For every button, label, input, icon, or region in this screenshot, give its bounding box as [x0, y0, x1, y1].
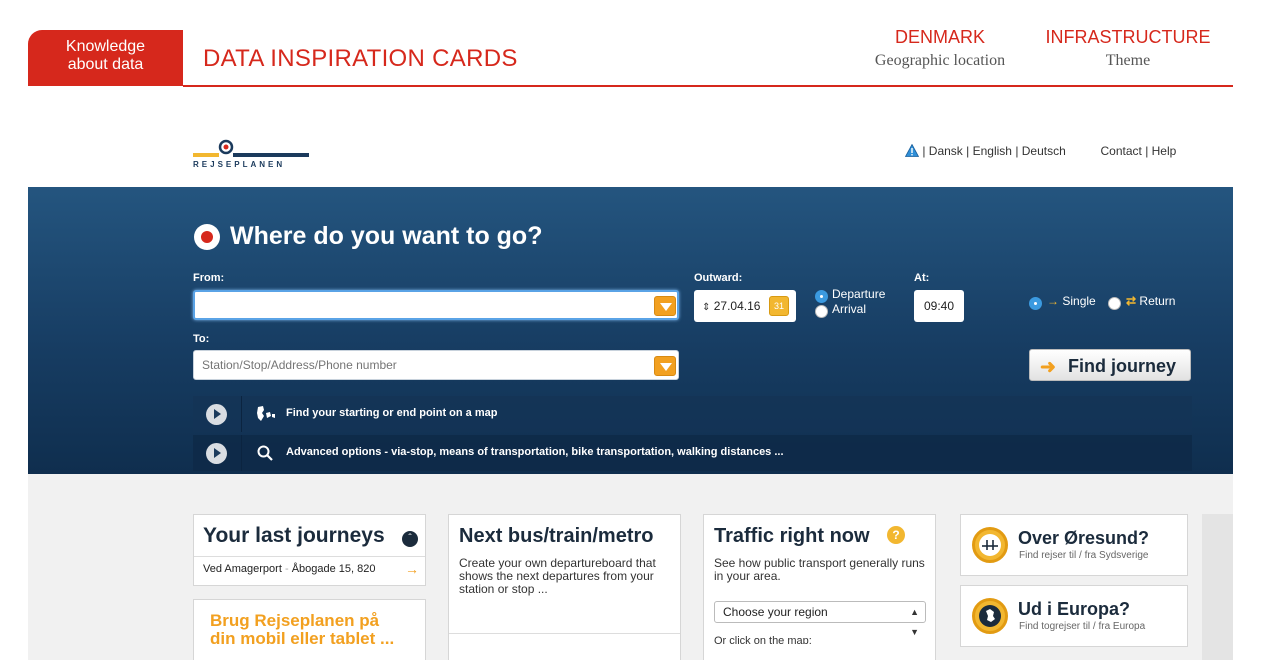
badge-line-1: Knowledge: [65, 38, 146, 55]
target-icon: [194, 224, 220, 250]
bridge-icon: [972, 527, 1008, 563]
journey-separator: -: [284, 563, 289, 575]
advanced-option-row[interactable]: Advanced options - via-stop, means of tr…: [193, 435, 1192, 471]
traffic-map-text-clip: Or click on the map:: [714, 635, 926, 644]
journey-from: Ved Amagerport: [203, 563, 282, 575]
chevron-up-icon[interactable]: ˆ: [402, 531, 418, 547]
return-label: Return: [1139, 294, 1176, 308]
time-value: 09:40: [923, 299, 955, 313]
date-value: 27.04.16: [713, 299, 761, 313]
logo-wordmark: REJSEPLANEN: [193, 160, 286, 169]
option-divider: [241, 396, 242, 432]
map-option-label: Find your starting or end point on a map: [286, 407, 498, 419]
tag-theme-value: INFRASTRUCTURE: [1045, 27, 1211, 47]
last-journey-item[interactable]: Ved Amagerport - Åbogade 15, 820: [203, 563, 376, 575]
lang-english-link[interactable]: English: [973, 144, 1012, 158]
denmark-map-icon: [257, 406, 275, 421]
traffic-map-text: Or click on the map:: [714, 635, 812, 644]
last-journeys-title: Your last journeys: [203, 524, 385, 547]
journey-to: Åbogade 15, 820: [291, 563, 376, 575]
departures-card: Next bus/train/metro Create your own dep…: [448, 514, 681, 660]
tag-theme-caption: Theme: [1105, 52, 1151, 69]
header-divider: [183, 85, 1233, 87]
search-heading: Where do you want to go?: [230, 222, 543, 250]
lang-deutsch-link[interactable]: Deutsch: [1022, 144, 1066, 158]
top-links: | Dansk | English | Deutsch Contact | He…: [905, 144, 1176, 158]
time-field[interactable]: 09:40: [914, 290, 964, 322]
outward-label: Outward:: [694, 272, 743, 284]
europe-card[interactable]: Ud i Europa? Find togrejser til / fra Eu…: [960, 585, 1188, 647]
oresund-title: Over Øresund?: [1018, 528, 1150, 548]
departures-title: Next bus/train/metro: [459, 525, 654, 547]
play-icon[interactable]: [206, 404, 227, 425]
single-radio[interactable]: [1029, 297, 1042, 310]
card-divider: [194, 556, 425, 557]
europe-subtitle: Find togrejser til / fra Europa: [1019, 621, 1146, 632]
date-stepper-icon[interactable]: ⇕: [702, 302, 710, 313]
find-journey-button[interactable]: ➜ Find journey: [1029, 349, 1191, 381]
right-column: [1202, 514, 1233, 660]
mobile-promo-line-2: din mobil eller tablet ...: [210, 630, 395, 647]
to-dropdown-icon[interactable]: [654, 356, 676, 376]
from-field[interactable]: [193, 290, 679, 320]
region-select[interactable]: Choose your region ▲ ▼: [714, 601, 926, 637]
tag-location-value: DENMARK: [894, 27, 985, 47]
badge-line-2: about data: [67, 56, 144, 73]
to-input[interactable]: [194, 351, 634, 379]
europe-title: Ud i Europa?: [1018, 599, 1130, 619]
last-journeys-card: Your last journeys ˆ Ved Amagerport - Åb…: [193, 514, 426, 586]
traffic-text: See how public transport generally runs …: [714, 556, 925, 583]
to-label: To:: [193, 333, 210, 345]
arrival-label: Arrival: [832, 302, 867, 316]
map-option-row[interactable]: Find your starting or end point on a map: [193, 396, 1192, 432]
mobile-promo-line-1: Brug Rejseplanen på: [210, 611, 380, 630]
arrow-right-icon[interactable]: →: [405, 561, 419, 577]
from-input[interactable]: [195, 292, 635, 318]
help-link[interactable]: Help: [1152, 144, 1177, 158]
tag-theme: INFRASTRUCTURE Theme: [1036, 27, 1220, 70]
mobile-promo-card[interactable]: Brug Rejseplanen på din mobil eller tabl…: [193, 599, 426, 660]
rejseplanen-logo[interactable]: [193, 138, 313, 178]
advanced-option-label: Advanced options - via-stop, means of tr…: [286, 446, 784, 458]
tag-location-caption: Geographic location: [874, 52, 1006, 69]
return-option: ⇄ Return: [1126, 294, 1175, 308]
card-divider: [449, 633, 680, 634]
option-divider: [241, 435, 242, 471]
traffic-title: Traffic right now: [714, 525, 870, 547]
arrival-radio[interactable]: [815, 305, 828, 318]
calendar-day: 31: [773, 301, 784, 311]
at-label: At:: [914, 272, 930, 284]
from-dropdown-icon[interactable]: [654, 296, 676, 316]
find-journey-label: Find journey: [1068, 356, 1176, 376]
calendar-icon[interactable]: 31: [769, 296, 789, 316]
help-icon[interactable]: ?: [887, 526, 905, 544]
play-icon[interactable]: [206, 443, 227, 464]
single-label: Single: [1062, 294, 1096, 308]
slide-title: DATA INSPIRATION CARDS: [203, 45, 518, 72]
departure-radio[interactable]: [815, 290, 828, 303]
warning-icon[interactable]: [905, 144, 919, 157]
tag-location: DENMARK Geographic location: [870, 27, 1010, 70]
arrow-right-icon: ➜: [1040, 357, 1056, 378]
single-option: → Single: [1047, 294, 1096, 308]
arrow-right-icon: →: [1047, 294, 1059, 308]
contact-link[interactable]: Contact: [1100, 144, 1141, 158]
departure-label: Departure: [832, 287, 886, 301]
search-icon: [257, 445, 273, 461]
region-select-value: Choose your region: [723, 605, 828, 619]
return-arrows-icon: ⇄: [1126, 294, 1137, 308]
europe-icon: [972, 598, 1008, 634]
oresund-card[interactable]: Over Øresund? Find rejser til / fra Syds…: [960, 514, 1188, 576]
oresund-subtitle: Find rejser til / fra Sydsverige: [1019, 550, 1149, 561]
departures-text: Create your own departureboard that show…: [459, 556, 656, 596]
knowledge-badge: Knowledge about data: [28, 30, 183, 86]
to-field[interactable]: [193, 350, 679, 380]
from-label: From:: [193, 272, 225, 284]
return-radio[interactable]: [1108, 297, 1121, 310]
lang-dansk-link[interactable]: Dansk: [929, 144, 963, 158]
